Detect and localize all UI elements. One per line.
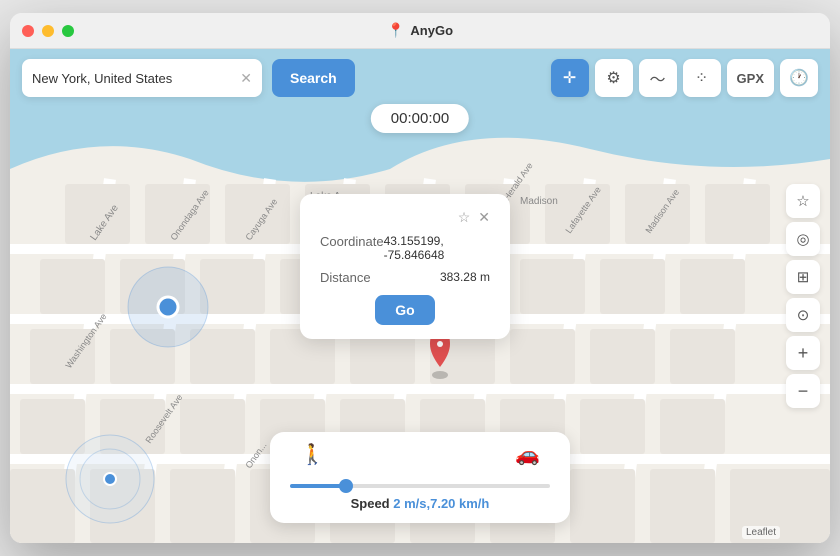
svg-text:Madison: Madison <box>520 196 558 207</box>
window-controls <box>22 25 74 37</box>
coordinate-popup: ☆ ✕ Coordinate 43.155199, -75.846648 Dis… <box>300 194 510 339</box>
speed-slider[interactable] <box>290 484 550 488</box>
minus-icon: − <box>798 381 809 402</box>
search-box: ✕ <box>22 59 262 97</box>
coordinate-value: 43.155199, -75.846648 <box>384 234 490 262</box>
toolbar-right: ✛ ⚙ 〜 ⁘ GPX 🕐 <box>551 59 818 97</box>
location-pin-icon: 📍 <box>387 22 404 39</box>
popup-close-button[interactable]: ✕ <box>478 210 490 224</box>
gpx-button[interactable]: GPX <box>727 59 774 97</box>
go-button[interactable]: Go <box>375 295 435 325</box>
map-view-button[interactable]: ⊞ <box>786 260 820 294</box>
app-title-text: AnyGo <box>410 23 453 38</box>
center-button[interactable]: ⊙ <box>786 298 820 332</box>
timer-value: 00:00:00 <box>391 110 449 127</box>
wave-tool-button[interactable]: 〜 <box>639 59 677 97</box>
clear-icon[interactable]: ✕ <box>240 70 252 87</box>
right-panel: ☆ ◎ ⊞ ⊙ + − <box>786 184 820 408</box>
timer-display: 00:00:00 <box>371 104 469 133</box>
crosshair-tool-button[interactable]: ✛ <box>551 59 589 97</box>
maximize-button[interactable] <box>62 25 74 37</box>
search-input[interactable] <box>32 71 236 86</box>
speed-panel: 🚶 🚗 Speed 2 m/s,7.20 km/h <box>270 432 570 523</box>
favorite-button[interactable]: ☆ <box>786 184 820 218</box>
speed-value-display: 2 m/s,7.20 km/h <box>393 496 489 511</box>
coordinate-row: Coordinate 43.155199, -75.846648 <box>320 234 490 262</box>
dots-tool-button[interactable]: ⁘ <box>683 59 721 97</box>
app-window: 📍 AnyGo <box>10 13 830 543</box>
zoom-in-button[interactable]: + <box>786 336 820 370</box>
compass-icon: ◎ <box>796 230 809 248</box>
target-icon: ⊙ <box>797 306 810 324</box>
toolbar: ✕ Search ✛ ⚙ 〜 ⁘ GPX 🕐 <box>22 59 818 97</box>
car-icon: 🚗 <box>515 442 540 467</box>
leaflet-text: Leaflet <box>746 527 776 538</box>
map-container[interactable]: Lake Ave Onondaga Ave Cayuga Ave Utica A… <box>10 49 830 543</box>
dots-icon: ⁘ <box>695 68 708 88</box>
close-button[interactable] <box>22 25 34 37</box>
wave-icon: 〜 <box>650 66 666 90</box>
popup-header: ☆ ✕ <box>320 210 490 224</box>
minimize-button[interactable] <box>42 25 54 37</box>
walk-icon: 🚶 <box>300 442 325 467</box>
star-button[interactable]: ☆ <box>458 210 471 224</box>
history-button[interactable]: 🕐 <box>780 59 818 97</box>
app-title: 📍 AnyGo <box>387 22 453 39</box>
crosshair-icon: ✛ <box>563 68 576 88</box>
leaflet-badge: Leaflet <box>742 526 780 539</box>
distance-row: Distance 383.28 m <box>320 270 490 285</box>
distance-value: 383.28 m <box>440 270 490 285</box>
map-icon: ⊞ <box>797 268 810 286</box>
title-bar: 📍 AnyGo <box>10 13 830 49</box>
star-icon: ☆ <box>796 192 809 210</box>
plus-icon: + <box>798 343 809 364</box>
zoom-out-button[interactable]: − <box>786 374 820 408</box>
coordinate-label: Coordinate <box>320 234 384 262</box>
route-tool-button[interactable]: ⚙ <box>595 59 633 97</box>
search-button[interactable]: Search <box>272 59 355 97</box>
speed-text: Speed 2 m/s,7.20 km/h <box>290 496 550 511</box>
compass-button[interactable]: ◎ <box>786 222 820 256</box>
speed-label: Speed <box>351 496 390 511</box>
speed-icons-row: 🚶 🚗 <box>290 442 550 467</box>
distance-label: Distance <box>320 270 371 285</box>
route-icon: ⚙ <box>606 68 620 88</box>
clock-icon: 🕐 <box>789 68 809 88</box>
